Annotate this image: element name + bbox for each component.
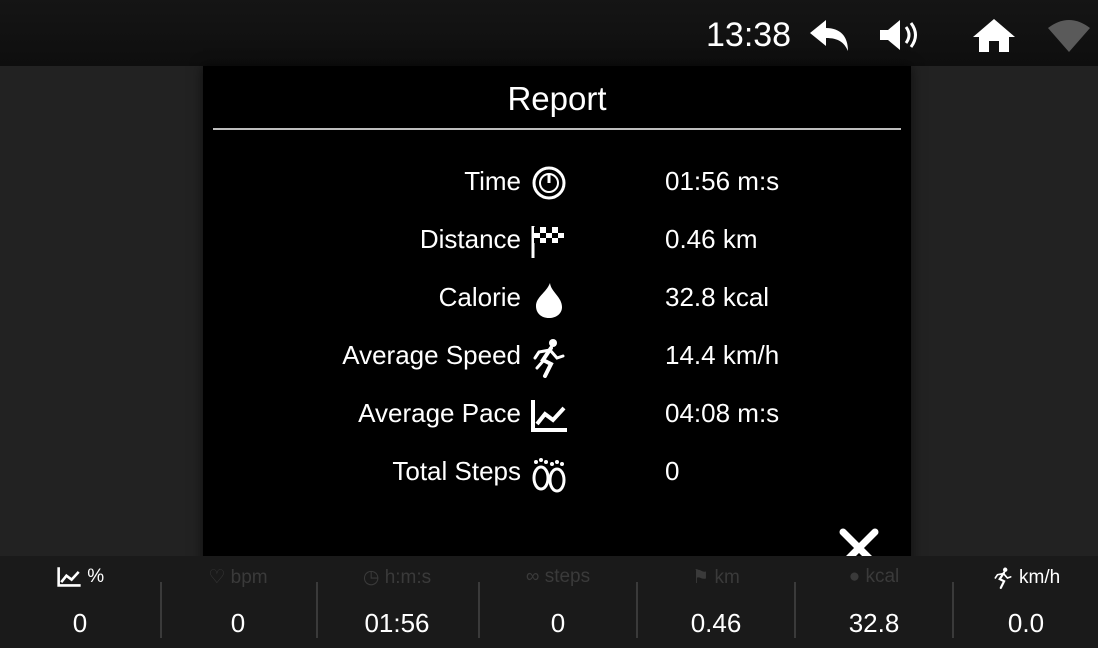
trend-chart-icon: [57, 567, 81, 587]
stat-unit: km: [714, 567, 740, 588]
checkered-flag-icon: ⚑: [692, 567, 710, 588]
flame-drop-icon: ●: [848, 566, 861, 587]
stat-unit: %: [87, 566, 105, 588]
row-value: 32.8 kcal: [665, 282, 770, 312]
stat-calories: ● kcal 32.8: [796, 556, 952, 648]
stat-header: ⚑ km: [638, 566, 794, 589]
stat-value: 0: [72, 608, 88, 638]
volume-icon[interactable]: [878, 18, 924, 52]
stat-unit: km/h: [1019, 567, 1061, 589]
report-row-total-steps: Total Steps 0: [203, 454, 911, 494]
home-icon[interactable]: [972, 18, 1016, 52]
footprints-icon: [532, 458, 566, 493]
stopwatch-icon: ◷: [362, 567, 380, 588]
stat-unit: h:m:s: [384, 567, 432, 588]
report-row-distance: Distance 0.46 km: [203, 222, 911, 262]
stat-distance: ⚑ km 0.46: [638, 556, 794, 648]
stat-header: km/h: [954, 566, 1098, 590]
report-row-calorie: Calorie 32.8 kcal: [203, 280, 911, 320]
status-bar: 13:38: [0, 0, 1098, 66]
report-dialog: Report Time 01:56 m:s Distance 0.46 km C…: [203, 66, 911, 582]
wifi-icon: [1048, 20, 1090, 52]
report-row-average-pace: Average Pace 04:08 m:s: [203, 396, 911, 436]
stat-heart-rate: ♡ bpm 0: [162, 556, 314, 648]
runner-icon: [533, 339, 565, 378]
bottom-stats-bar: % 0 ♡ bpm 0 ◷ h:m:s 01:56 ∞ steps 0 ⚑ km…: [0, 556, 1098, 648]
row-value: 04:08 m:s: [665, 398, 780, 428]
title-divider: [213, 128, 901, 130]
report-row-average-speed: Average Speed 14.4 km/h: [203, 338, 911, 378]
stat-value: 32.8: [848, 608, 900, 638]
stat-unit: kcal: [865, 566, 900, 587]
stat-pace-percent: % 0: [0, 556, 160, 648]
stat-value: 0.0: [1007, 608, 1045, 638]
back-arrow-icon[interactable]: [808, 18, 854, 52]
stat-value: 0: [550, 608, 566, 638]
stat-steps: ∞ steps 0: [480, 556, 636, 648]
row-label: Average Speed: [342, 340, 521, 370]
row-label: Distance: [419, 224, 521, 254]
stat-header: ◷ h:m:s: [318, 566, 476, 589]
report-row-time: Time 01:56 m:s: [203, 164, 911, 204]
row-label: Time: [464, 166, 521, 196]
footprints-icon: ∞: [525, 566, 540, 587]
stat-header: ● kcal: [796, 566, 952, 588]
heart-icon: ♡: [208, 567, 226, 588]
trend-chart-icon: [531, 400, 567, 432]
status-time: 13:38: [706, 16, 792, 54]
row-label: Calorie: [438, 282, 521, 312]
report-title: Report: [507, 80, 607, 117]
stat-header: ∞ steps: [480, 566, 636, 588]
stat-speed: km/h 0.0: [954, 556, 1098, 648]
row-value: 01:56 m:s: [665, 166, 780, 196]
row-value: 0.46 km: [665, 224, 758, 254]
flame-drop-icon: [536, 283, 562, 318]
stat-unit: steps: [544, 566, 591, 587]
row-value: 0: [665, 456, 680, 486]
stat-value: 01:56: [364, 608, 430, 638]
stat-header: %: [0, 566, 160, 588]
stat-value: 0.46: [690, 608, 742, 638]
row-label: Total Steps: [392, 456, 521, 486]
row-value: 14.4 km/h: [665, 340, 780, 370]
stat-duration: ◷ h:m:s 01:56: [318, 556, 476, 648]
stat-header: ♡ bpm: [162, 566, 314, 589]
checkered-flag-icon: [531, 226, 564, 258]
stat-value: 0: [230, 608, 246, 638]
row-label: Average Pace: [358, 398, 521, 428]
stopwatch-icon: [532, 166, 566, 200]
runner-icon: [994, 567, 1012, 589]
stat-unit: bpm: [230, 567, 268, 588]
